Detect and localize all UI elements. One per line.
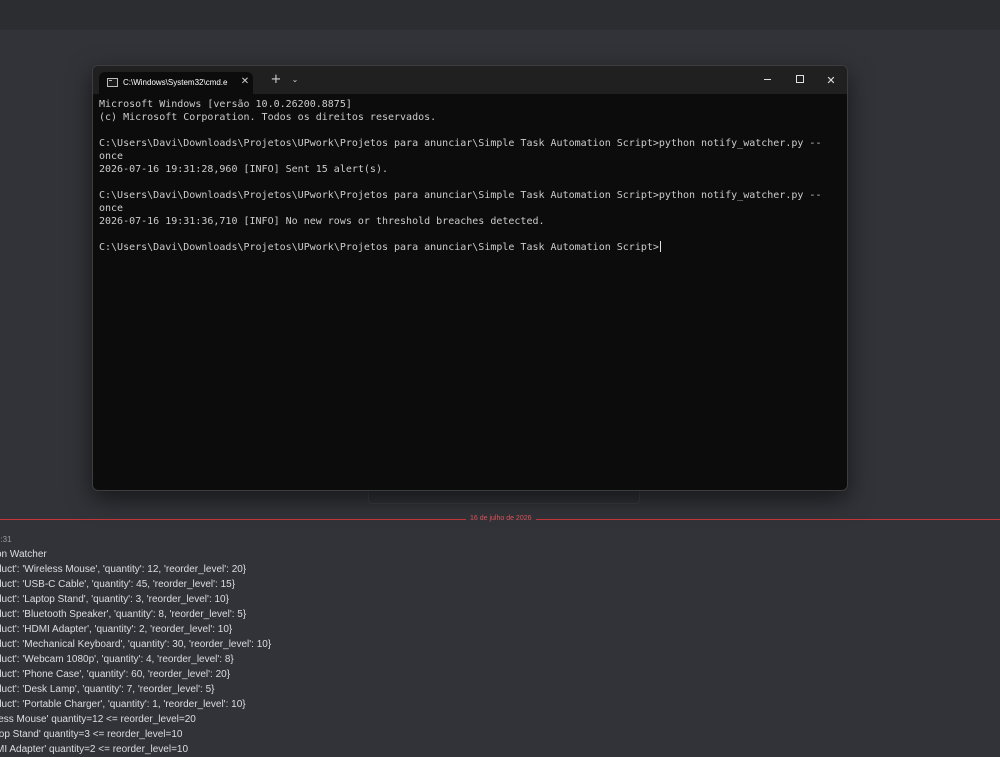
date-divider-label: 16 de julho de 2026	[466, 513, 536, 525]
console-line: C:\Users\Davi\Downloads\Projetos\UPwork\…	[99, 138, 822, 149]
message-line: top Stand' quantity=3 <= reorder_level=1…	[0, 729, 183, 740]
terminal-window[interactable]: C:\Windows\System32\cmd.e ✕ + ⌄ ✕ Micros…	[92, 65, 848, 491]
console-line: C:\Users\Davi\Downloads\Projetos\UPwork\…	[99, 190, 822, 201]
console-line: Microsoft Windows [versão 10.0.26200.887…	[99, 99, 352, 110]
message-line: duct': 'Phone Case', 'quantity': 60, 're…	[0, 669, 231, 680]
console-prompt: C:\Users\Davi\Downloads\Projetos\UPwork\…	[99, 242, 659, 253]
message-line: duct': 'Laptop Stand', 'quantity': 3, 'r…	[0, 594, 229, 605]
chat-top-area	[0, 0, 1000, 30]
minimize-icon	[764, 79, 771, 80]
tab-title: C:\Windows\System32\cmd.e	[123, 78, 228, 87]
message-line: duct': 'Mechanical Keyboard', 'quantity'…	[0, 639, 272, 650]
message-line: duct': 'Wireless Mouse', 'quantity': 12,…	[0, 564, 247, 575]
console-line: 2026-07-16 19:31:36,710 [INFO] No new ro…	[99, 216, 545, 227]
terminal-console[interactable]: Microsoft Windows [versão 10.0.26200.887…	[99, 98, 841, 478]
console-line: (c) Microsoft Corporation. Todos os dire…	[99, 112, 437, 123]
text-cursor	[659, 241, 661, 252]
maximize-button[interactable]	[789, 70, 811, 88]
chat-message: 9:31 on Watcher duct': 'Wireless Mouse',…	[0, 533, 1000, 757]
message-line: duct': 'Bluetooth Speaker', 'quantity': …	[0, 609, 247, 620]
new-tab-plus-icon[interactable]: +	[269, 73, 283, 87]
tab-close-icon[interactable]: ✕	[238, 75, 252, 89]
maximize-icon	[796, 75, 804, 83]
chevron-down-icon[interactable]: ⌄	[289, 74, 301, 86]
close-icon: ✕	[826, 74, 836, 87]
terminal-tab[interactable]: C:\Windows\System32\cmd.e ✕	[99, 72, 253, 94]
console-line: 2026-07-16 19:31:28,960 [INFO] Sent 15 a…	[99, 164, 388, 175]
console-prompt-line[interactable]: C:\Users\Davi\Downloads\Projetos\UPwork\…	[99, 241, 661, 254]
message-line: less Mouse' quantity=12 <= reorder_level…	[0, 714, 196, 725]
minimize-button[interactable]	[757, 70, 779, 88]
console-line: once	[99, 203, 124, 214]
close-button[interactable]: ✕	[820, 70, 842, 88]
message-line: duct': 'Portable Charger', 'quantity': 1…	[0, 699, 246, 710]
console-line: once	[99, 151, 124, 162]
terminal-title-bar[interactable]: C:\Windows\System32\cmd.e ✕ + ⌄ ✕	[93, 66, 847, 94]
cmd-icon	[107, 78, 118, 87]
message-line: on Watcher	[0, 549, 47, 560]
message-line: duct': 'USB-C Cable', 'quantity': 45, 'r…	[0, 579, 236, 590]
message-line: duct': 'Desk Lamp', 'quantity': 7, 'reor…	[0, 684, 215, 695]
message-line: duct': 'Webcam 1080p', 'quantity': 4, 'r…	[0, 654, 234, 665]
message-line: duct': 'HDMI Adapter', 'quantity': 2, 'r…	[0, 624, 233, 635]
message-timestamp: 9:31	[0, 535, 12, 544]
